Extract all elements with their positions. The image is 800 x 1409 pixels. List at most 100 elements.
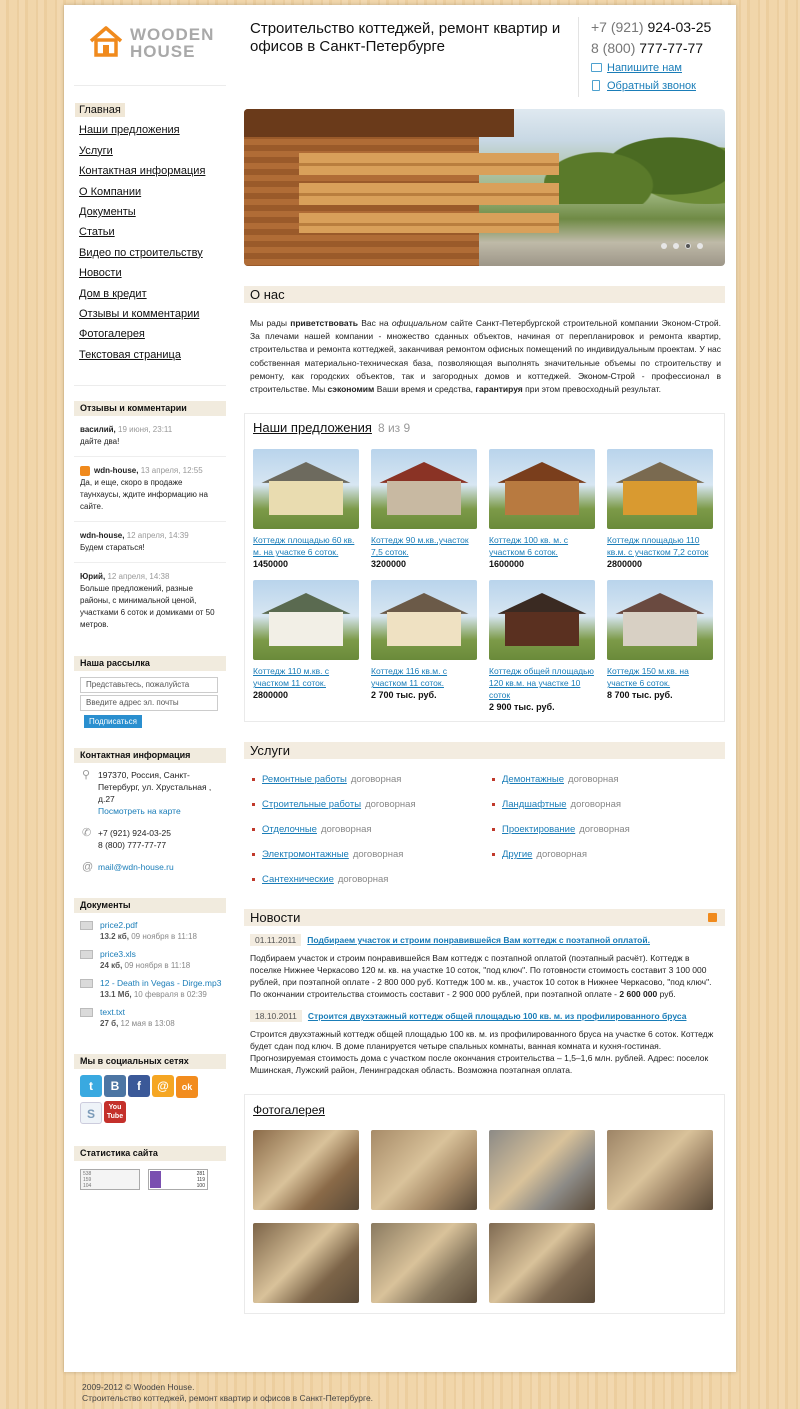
view-on-map-link[interactable]: Посмотреть на карте bbox=[98, 806, 181, 816]
document-item[interactable]: price3.xls 24 кб, 09 ноября в 11:18 bbox=[74, 949, 226, 971]
service-link[interactable]: Ремонтные работы bbox=[262, 774, 347, 785]
offer-card[interactable]: Коттедж 116 кв.м. с участком 11 соток. 2 … bbox=[371, 580, 477, 713]
menu-item-label[interactable]: Видео по строительству bbox=[79, 247, 203, 259]
house-photo[interactable] bbox=[371, 580, 477, 661]
slider-dot-active[interactable] bbox=[685, 243, 691, 249]
service-link[interactable]: Проектирование bbox=[502, 824, 575, 835]
slider-dot[interactable] bbox=[697, 243, 703, 249]
house-photo[interactable] bbox=[489, 580, 595, 661]
image-slider[interactable] bbox=[244, 109, 725, 266]
counter-widget-2[interactable]: 281 119 100 bbox=[148, 1169, 208, 1191]
service-link[interactable]: Демонтажные bbox=[502, 774, 564, 785]
gallery-photo[interactable] bbox=[253, 1223, 359, 1304]
gallery-photo[interactable] bbox=[489, 1223, 595, 1304]
newsletter-email-input[interactable]: Введите адрес эл. почты bbox=[80, 695, 218, 712]
service-link[interactable]: Другие bbox=[502, 849, 532, 860]
odnoklassniki-icon[interactable]: ok bbox=[176, 1076, 198, 1099]
menu-item-services[interactable]: Услуги bbox=[74, 141, 226, 161]
rss-icon[interactable] bbox=[708, 913, 717, 923]
slider-dot[interactable] bbox=[673, 243, 679, 249]
document-item[interactable]: price2.pdf 13.2 кб, 09 ноября в 11:18 bbox=[74, 920, 226, 942]
gallery-photo[interactable] bbox=[371, 1223, 477, 1304]
slider-dot[interactable] bbox=[661, 243, 667, 249]
menu-item-label[interactable]: Дом в кредит bbox=[79, 288, 147, 300]
menu-item-about[interactable]: О Компании bbox=[74, 182, 226, 202]
menu-item-articles[interactable]: Статьи bbox=[74, 222, 226, 242]
contact-email-link[interactable]: mail@wdn-house.ru bbox=[98, 862, 174, 872]
document-link[interactable]: text.txt bbox=[100, 1007, 125, 1017]
service-link[interactable]: Отделочные bbox=[262, 824, 317, 835]
offer-title-link[interactable]: Коттедж 150 м.кв. на участке 6 соток. bbox=[607, 665, 713, 689]
document-link[interactable]: 12 - Death in Vegas - Dirge.mp3 bbox=[100, 978, 221, 988]
news-title-link[interactable]: Подбираем участок и строим понравившейся… bbox=[307, 935, 650, 945]
menu-item-label[interactable]: Статьи bbox=[79, 226, 115, 238]
offers-heading[interactable]: Наши предложения 8 из 9 bbox=[253, 420, 724, 435]
company-link[interactable]: Эконом-Строй bbox=[578, 371, 635, 381]
gallery-photo[interactable] bbox=[253, 1130, 359, 1211]
menu-item-label[interactable]: Документы bbox=[79, 206, 136, 218]
offer-title-link[interactable]: Коттедж 116 кв.м. с участком 11 соток. bbox=[371, 665, 477, 689]
house-photo[interactable] bbox=[607, 449, 713, 530]
offer-title-link[interactable]: Коттедж общей площадью 120 кв.м. на учас… bbox=[489, 665, 595, 701]
menu-item-documents[interactable]: Документы bbox=[74, 202, 226, 222]
menu-item-contacts[interactable]: Контактная информация bbox=[74, 161, 226, 181]
menu-item-label[interactable]: О Компании bbox=[79, 186, 141, 198]
phone-1[interactable]: +7 (921) 924-03-25 bbox=[591, 17, 733, 38]
offer-title-link[interactable]: Коттедж 90 м.кв.,участок 7,5 соток. bbox=[371, 534, 477, 558]
menu-item-home[interactable]: Главная bbox=[74, 100, 226, 120]
menu-item-label[interactable]: Контактная информация bbox=[79, 165, 205, 177]
phone-2[interactable]: 8 (800) 777-77-77 bbox=[591, 38, 733, 59]
gallery-photo[interactable] bbox=[489, 1130, 595, 1211]
menu-item-label[interactable]: Услуги bbox=[79, 145, 113, 157]
service-link[interactable]: Сантехнические bbox=[262, 874, 334, 885]
counter-widget-1[interactable]: 538 159 104 bbox=[80, 1169, 140, 1191]
write-us-link[interactable]: Напишите нам bbox=[591, 60, 733, 77]
document-item[interactable]: 12 - Death in Vegas - Dirge.mp3 13.1 Мб, … bbox=[74, 978, 226, 1000]
callback-link[interactable]: Обратный звонок bbox=[591, 78, 733, 95]
offer-title-link[interactable]: Коттедж площадью 60 кв. м. на участке 6 … bbox=[253, 534, 359, 558]
menu-item-video[interactable]: Видео по строительству bbox=[74, 243, 226, 263]
news-title-link[interactable]: Строится двухэтажный коттедж общей площа… bbox=[308, 1011, 687, 1021]
offer-title-link[interactable]: Коттедж площадью 110 кв.м. с участком 7,… bbox=[607, 534, 713, 558]
menu-item-credit[interactable]: Дом в кредит bbox=[74, 284, 226, 304]
service-link[interactable]: Строительные работы bbox=[262, 799, 361, 810]
document-link[interactable]: price3.xls bbox=[100, 949, 136, 959]
menu-item-offers[interactable]: Наши предложения bbox=[74, 120, 226, 140]
subscribe-button[interactable]: Подписаться bbox=[84, 715, 142, 729]
house-photo[interactable] bbox=[253, 449, 359, 530]
menu-item-label[interactable]: Отзывы и комментарии bbox=[79, 308, 199, 320]
offer-card[interactable]: Коттедж 150 м.кв. на участке 6 соток. 8 7… bbox=[607, 580, 713, 713]
offer-title-link[interactable]: Коттедж 100 кв. м. с участком 6 соток. bbox=[489, 534, 595, 558]
menu-item-label[interactable]: Новости bbox=[79, 267, 122, 279]
menu-item-news[interactable]: Новости bbox=[74, 263, 226, 283]
document-link[interactable]: price2.pdf bbox=[100, 920, 137, 930]
house-photo[interactable] bbox=[371, 449, 477, 530]
house-photo[interactable] bbox=[489, 449, 595, 530]
youtube-icon[interactable]: You Tube bbox=[104, 1101, 126, 1124]
offer-card[interactable]: Коттедж площадью 110 кв.м. с участком 7,… bbox=[607, 449, 713, 570]
offer-card[interactable]: Коттедж общей площадью 120 кв.м. на учас… bbox=[489, 580, 595, 713]
menu-item-text-page[interactable]: Текстовая страница bbox=[74, 345, 226, 365]
offer-card[interactable]: Коттедж 100 кв. м. с участком 6 соток. 16… bbox=[489, 449, 595, 570]
service-link[interactable]: Ландшафтные bbox=[502, 799, 567, 810]
twitter-icon[interactable]: t bbox=[80, 1075, 102, 1098]
menu-item-label[interactable]: Наши предложения bbox=[79, 124, 180, 136]
offer-title-link[interactable]: Коттедж 110 м.кв. с участком 11 соток. bbox=[253, 665, 359, 689]
offer-card[interactable]: Коттедж 110 м.кв. с участком 11 соток. 28… bbox=[253, 580, 359, 713]
vkontakte-icon[interactable]: B bbox=[104, 1075, 126, 1098]
menu-item-gallery[interactable]: Фотогалерея bbox=[74, 324, 226, 344]
document-item[interactable]: text.txt 27 б, 12 мая в 13:08 bbox=[74, 1007, 226, 1029]
service-link[interactable]: Электромонтажные bbox=[262, 849, 349, 860]
mailru-icon[interactable]: @ bbox=[152, 1075, 174, 1098]
gallery-photo[interactable] bbox=[371, 1130, 477, 1211]
house-photo[interactable] bbox=[607, 580, 713, 661]
offer-card[interactable]: Коттедж площадью 60 кв. м. на участке 6 … bbox=[253, 449, 359, 570]
site-logo[interactable]: WOODEN HOUSE bbox=[88, 25, 228, 70]
house-photo[interactable] bbox=[253, 580, 359, 661]
skype-icon[interactable]: S bbox=[80, 1102, 102, 1125]
menu-item-label[interactable]: Текстовая страница bbox=[79, 349, 181, 361]
offer-card[interactable]: Коттедж 90 м.кв.,участок 7,5 соток. 32000… bbox=[371, 449, 477, 570]
menu-item-label[interactable]: Фотогалерея bbox=[79, 328, 145, 340]
facebook-icon[interactable]: f bbox=[128, 1075, 150, 1098]
newsletter-name-input[interactable]: Представьтесь, пожалуйста bbox=[80, 677, 218, 694]
